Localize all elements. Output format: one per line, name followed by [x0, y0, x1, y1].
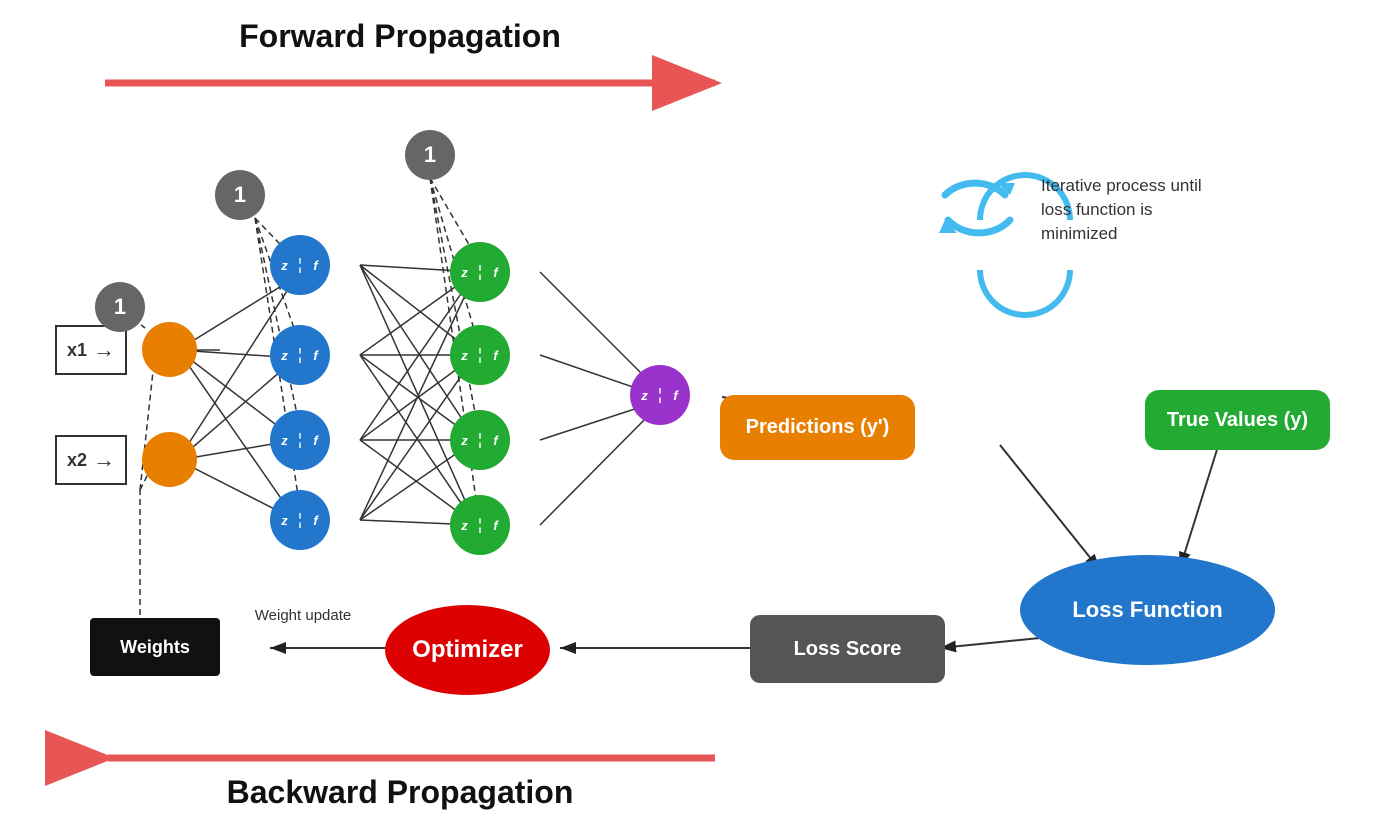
hidden1-node-3: z f: [270, 410, 330, 470]
input-node-x2: [142, 432, 197, 487]
hidden2-node-1: z f: [450, 242, 510, 302]
hidden2-node-3: z f: [450, 410, 510, 470]
hidden1-node-1: z f: [270, 235, 330, 295]
input-x1-box: x1 →: [55, 325, 127, 375]
forward-propagation-title: Forward Propagation: [0, 18, 800, 55]
output-node: z f: [630, 365, 690, 425]
hidden1-node-2: z f: [270, 325, 330, 385]
true-values-box: True Values (y): [1145, 390, 1330, 450]
optimizer-box: Optimizer: [385, 605, 550, 695]
input-node-x1: [142, 322, 197, 377]
iterative-text: Iterative process until loss function is…: [1041, 174, 1221, 245]
hidden2-node-4: z f: [450, 495, 510, 555]
iterative-process-area: Iterative process until loss function is…: [930, 155, 1221, 265]
bias-node-1: 1: [95, 282, 145, 332]
weight-update-label: Weight update: [238, 606, 368, 626]
loss-score-box: Loss Score: [750, 615, 945, 683]
input-x2-box: x2 →: [55, 435, 127, 485]
iterative-icon: [930, 155, 1025, 265]
bias-node-3: 1: [405, 130, 455, 180]
loss-function-box: Loss Function: [1020, 555, 1275, 665]
predictions-box: Predictions (y'): [720, 395, 915, 460]
hidden2-node-2: z f: [450, 325, 510, 385]
backward-propagation-title: Backward Propagation: [0, 774, 800, 811]
hidden1-node-4: z f: [270, 490, 330, 550]
weights-box: Weights: [90, 618, 220, 676]
bias-node-2: 1: [215, 170, 265, 220]
